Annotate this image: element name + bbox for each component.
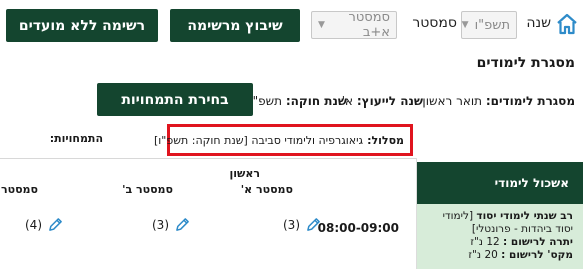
cluster-card[interactable]: רב שנתי לימודי יסוד [לימודי יסוד ביהדות … xyxy=(417,204,583,269)
semester-a-header: סמסטר א' xyxy=(240,183,293,196)
cluster-max-value: 20 נ"ז xyxy=(468,249,498,261)
grid-divider xyxy=(416,158,417,269)
year-select-value: תשפ"ו xyxy=(474,17,510,33)
chevron-down-icon: ▼ xyxy=(461,20,469,30)
framework-label: מסגרת לימודים: xyxy=(485,94,575,108)
advisor-year-label: שנה לייעוץ: xyxy=(356,94,423,108)
home-icon[interactable] xyxy=(555,12,579,36)
assign-from-list-button[interactable]: שיבוץ מרשימה xyxy=(170,9,300,42)
page-title: מסגרת לימודים xyxy=(476,55,575,71)
grid-cell[interactable]: (3) xyxy=(283,217,321,232)
cell-count: (3) xyxy=(282,217,300,232)
semester-select-value: סמסטר א+ב xyxy=(348,10,390,40)
cell-count: (3) xyxy=(151,217,169,232)
framework-info: מסגרת לימודים: תואר ראשון xyxy=(422,94,575,108)
grid-cell[interactable]: (4) xyxy=(25,217,63,232)
choose-specializations-button[interactable]: בחירת התמחויות xyxy=(97,83,253,116)
year-label: שנה xyxy=(526,15,551,31)
cluster-max-label: מקס' לרישום : xyxy=(501,249,573,261)
law-year-info: שנת חוקה: תשפ"ו xyxy=(249,94,347,108)
semester-label: סמסטר xyxy=(412,15,457,31)
cluster-card-title: רב שנתי לימודי יסוד xyxy=(476,210,573,222)
list-without-dates-button[interactable]: רשימה ללא מועדים xyxy=(6,9,158,42)
pencil-icon[interactable] xyxy=(48,217,63,232)
path-highlight: מסלול: גיאוגרפיה ולימודי סביבה [שנת חוקה… xyxy=(154,124,413,156)
law-year-label: שנת חוקה: xyxy=(285,94,347,108)
time-slot-label: 08:00-09:00 xyxy=(317,221,399,235)
specializations-label: התמחויות: xyxy=(49,132,103,145)
semester-c-header: סמסטר xyxy=(0,183,38,196)
path-value: גיאוגרפיה ולימודי סביבה [שנת חוקה: תשפ"ו… xyxy=(154,133,364,147)
schedule-grid xyxy=(0,158,417,269)
cluster-min-value: 12 נ"ז xyxy=(470,236,500,248)
path-label: מסלול: xyxy=(367,133,404,147)
pencil-icon[interactable] xyxy=(306,217,321,232)
law-year-value: תשפ"ו xyxy=(249,94,283,108)
framework-value: תואר ראשון xyxy=(422,94,483,108)
year-select[interactable]: תשפ"ו ▼ xyxy=(461,11,517,39)
study-cluster-header: אשכול לימודי xyxy=(417,162,583,204)
pencil-icon[interactable] xyxy=(175,217,190,232)
grid-cell[interactable]: (3) xyxy=(152,217,190,232)
semester-b-header: סמסטר ב' xyxy=(122,183,173,196)
cluster-min-label: יתרה לרישום : xyxy=(503,236,573,248)
semester-select[interactable]: סמסטר א+ב ▼ xyxy=(311,10,397,40)
cell-count: (4) xyxy=(24,217,42,232)
year-column-header: ראשון xyxy=(229,167,260,180)
chevron-down-icon: ▼ xyxy=(318,20,325,30)
advisor-year-info: שנה לייעוץ: א' xyxy=(342,94,423,108)
